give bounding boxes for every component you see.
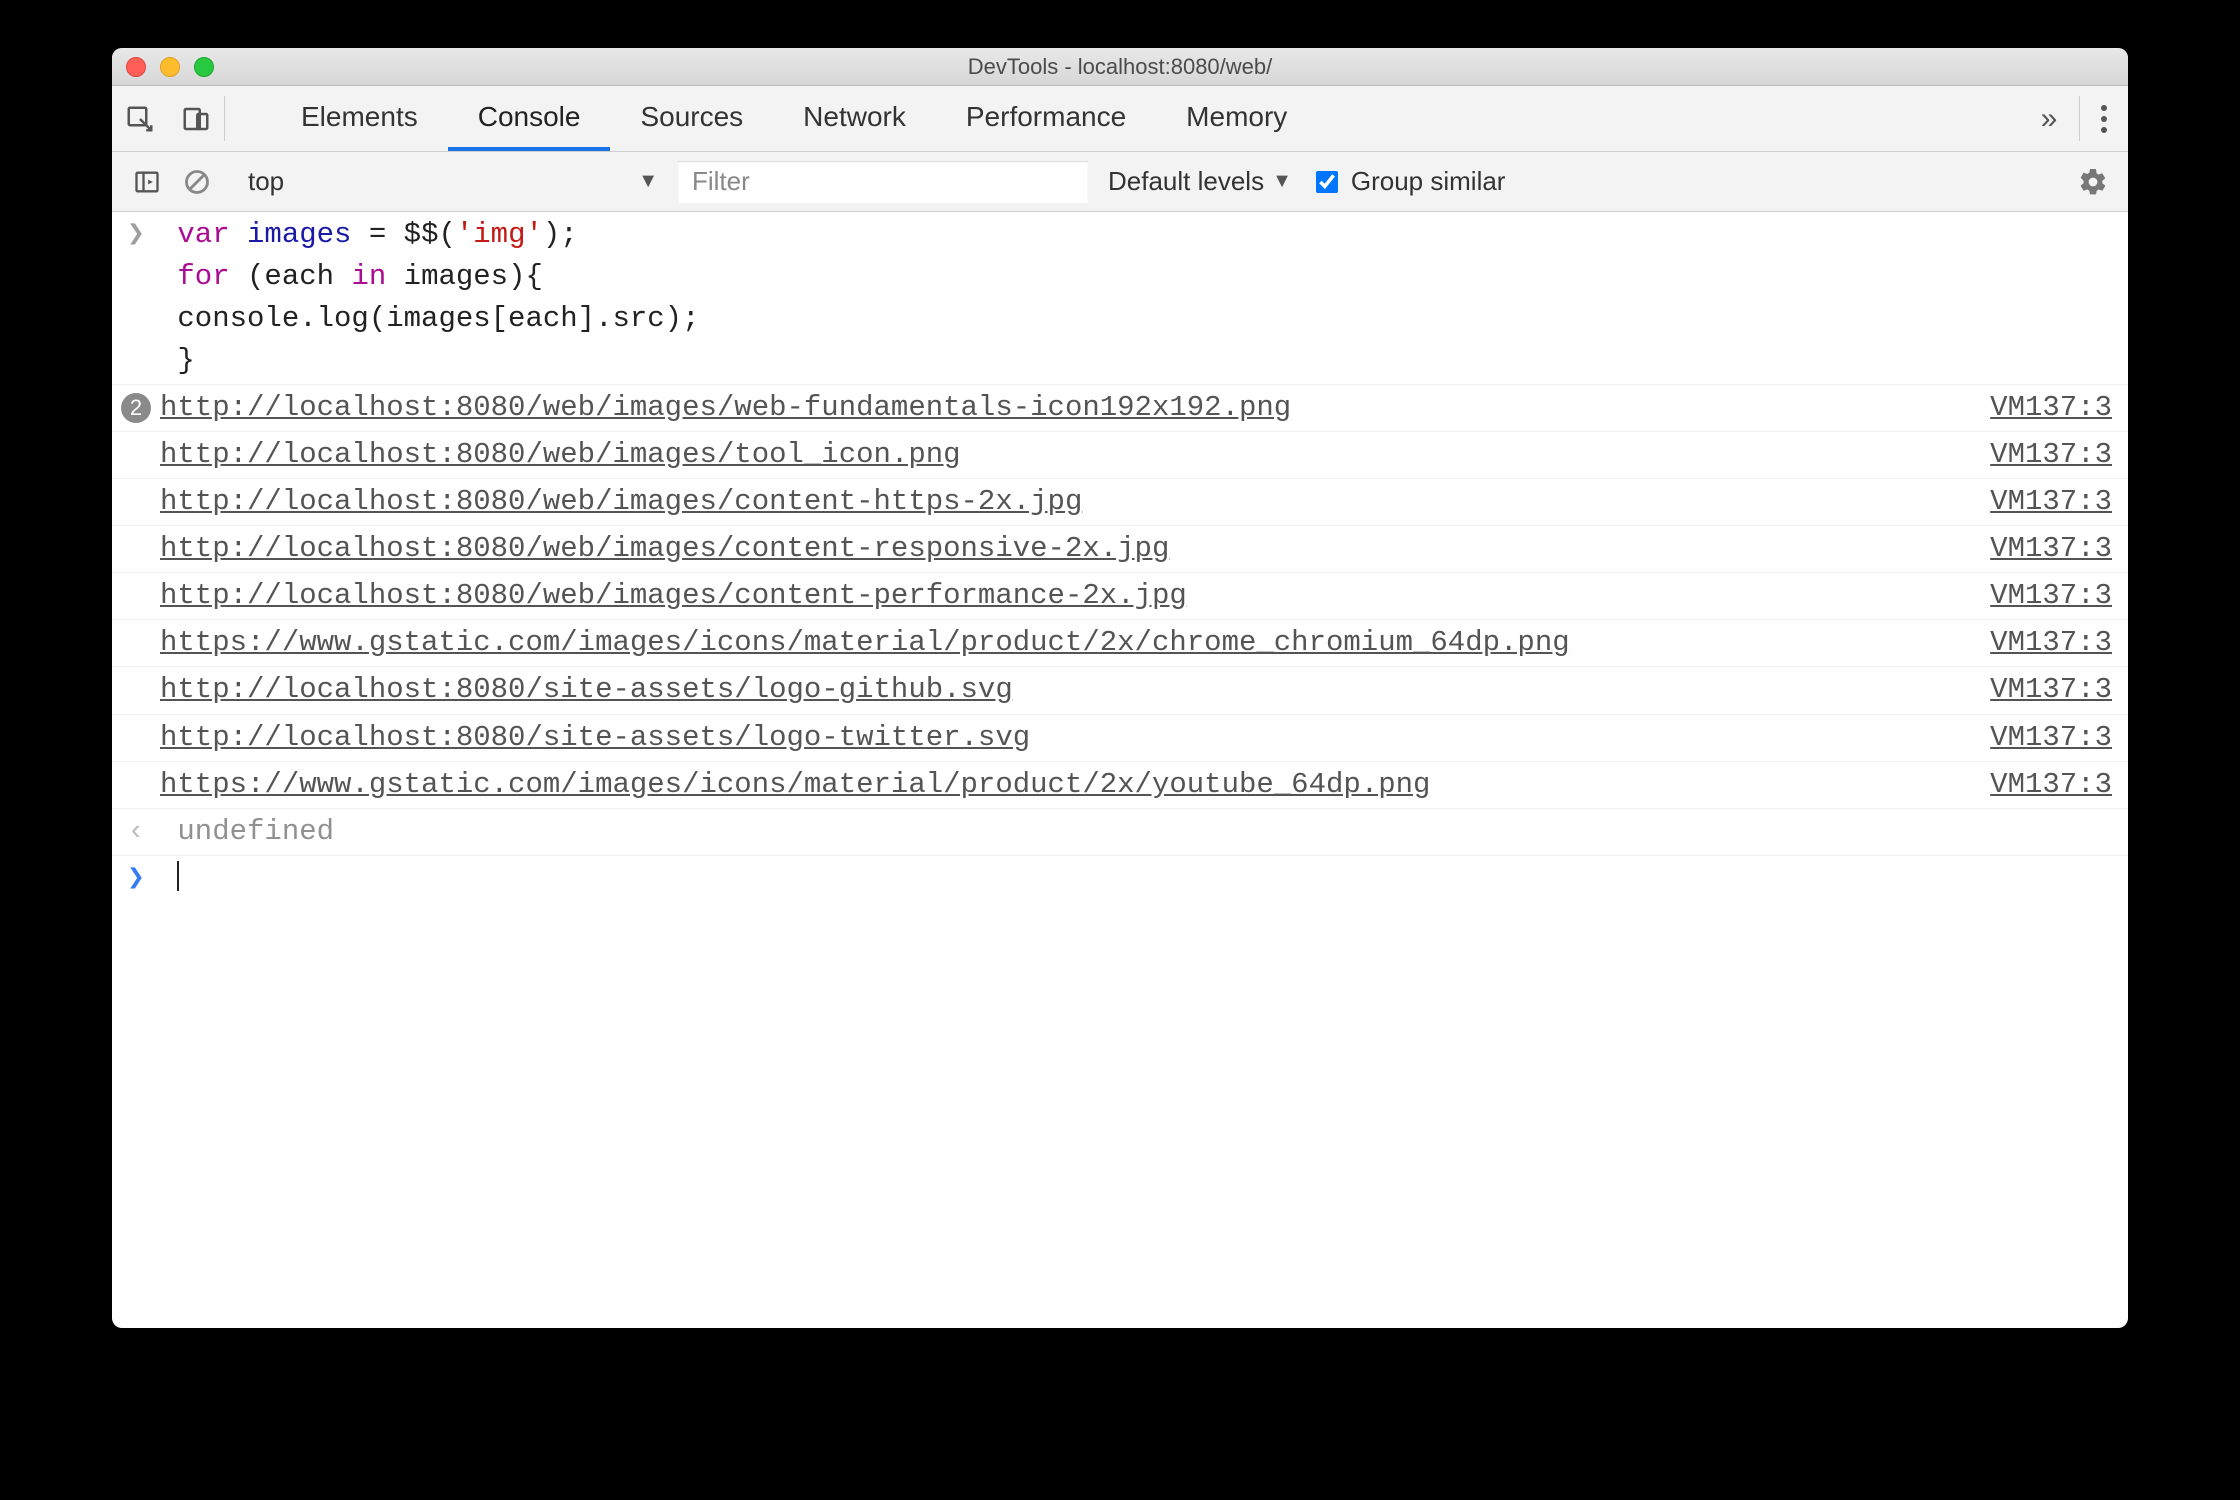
log-source: VM137:3 — [1970, 387, 2112, 429]
console-prompt[interactable]: ❯ — [112, 856, 2128, 920]
console-log-row: http://localhost:8080/web/images/tool_ic… — [112, 432, 2128, 479]
console-settings-icon[interactable] — [2068, 167, 2118, 197]
clear-console-icon[interactable] — [172, 160, 222, 204]
text-caret — [177, 861, 179, 891]
filter-input[interactable] — [678, 161, 1088, 203]
console-log-row: https://www.gstatic.com/images/icons/mat… — [112, 762, 2128, 809]
log-url-link[interactable]: http://localhost:8080/web/images/content… — [160, 532, 1169, 565]
log-source: VM137:3 — [1970, 481, 2112, 523]
console-return-value: ‹ undefined — [112, 809, 2128, 856]
prompt-chevron-icon: ❯ — [112, 858, 160, 900]
console-log-row: 2 http://localhost:8080/web/images/web-fu… — [112, 385, 2128, 432]
kebab-menu-icon[interactable] — [2080, 86, 2128, 151]
log-url-link[interactable]: http://localhost:8080/web/images/content… — [160, 579, 1187, 612]
log-url-link[interactable]: http://localhost:8080/web/images/web-fun… — [160, 391, 1291, 424]
group-similar-toggle[interactable]: Group similar — [1306, 166, 1512, 197]
log-source-link[interactable]: VM137:3 — [1990, 673, 2112, 706]
tab-elements[interactable]: Elements — [271, 86, 448, 151]
log-url-link[interactable]: https://www.gstatic.com/images/icons/mat… — [160, 768, 1430, 801]
log-url-link[interactable]: http://localhost:8080/web/images/tool_ic… — [160, 438, 961, 471]
device-toolbar-icon[interactable] — [168, 86, 224, 151]
tab-performance[interactable]: Performance — [936, 86, 1156, 151]
zoom-window-button[interactable] — [194, 57, 214, 77]
titlebar: DevTools - localhost:8080/web/ — [112, 48, 2128, 86]
log-source-link[interactable]: VM137:3 — [1990, 626, 2112, 659]
inspect-element-icon[interactable] — [112, 86, 168, 151]
log-source-link[interactable]: VM137:3 — [1990, 391, 2112, 424]
log-source: VM137:3 — [1970, 528, 2112, 570]
window-title: DevTools - localhost:8080/web/ — [112, 54, 2128, 80]
log-message: http://localhost:8080/web/images/tool_ic… — [160, 434, 1970, 476]
repeat-count-badge: 2 — [121, 393, 151, 423]
return-chevron-icon: ‹ — [112, 811, 160, 853]
log-source-link[interactable]: VM137:3 — [1990, 438, 2112, 471]
log-source: VM137:3 — [1970, 434, 2112, 476]
log-source-link[interactable]: VM137:3 — [1990, 768, 2112, 801]
group-similar-label: Group similar — [1351, 166, 1506, 197]
panel-tabs: Elements Console Sources Network Perform… — [225, 86, 2019, 151]
return-value: undefined — [177, 815, 334, 848]
console-log-row: http://localhost:8080/site-assets/logo-g… — [112, 667, 2128, 714]
log-source: VM137:3 — [1970, 764, 2112, 806]
log-message: https://www.gstatic.com/images/icons/mat… — [160, 622, 1970, 664]
tab-sources[interactable]: Sources — [610, 86, 773, 151]
input-chevron-icon: ❯ — [112, 214, 160, 256]
log-source: VM137:3 — [1970, 669, 2112, 711]
log-url-link[interactable]: http://localhost:8080/web/images/content… — [160, 485, 1082, 518]
log-message: http://localhost:8080/web/images/content… — [160, 528, 1970, 570]
execution-context-selector[interactable]: top ▼ — [230, 160, 670, 204]
console-output[interactable]: ❯ var images = $$('img'); for (each in i… — [112, 212, 2128, 1328]
log-message: http://localhost:8080/web/images/content… — [160, 575, 1970, 617]
chevron-down-icon: ▼ — [1272, 170, 1292, 193]
toggle-sidebar-icon[interactable] — [122, 160, 172, 204]
tab-network[interactable]: Network — [773, 86, 936, 151]
levels-label: Default levels — [1108, 166, 1264, 197]
tab-memory[interactable]: Memory — [1156, 86, 1317, 151]
log-source-link[interactable]: VM137:3 — [1990, 721, 2112, 754]
devtools-tabbar: Elements Console Sources Network Perform… — [112, 86, 2128, 152]
traffic-lights — [126, 57, 214, 77]
console-log-row: http://localhost:8080/web/images/content… — [112, 526, 2128, 573]
console-log-row: https://www.gstatic.com/images/icons/mat… — [112, 620, 2128, 667]
tab-console[interactable]: Console — [448, 86, 611, 151]
devtools-window: DevTools - localhost:8080/web/ Elements … — [112, 48, 2128, 1328]
log-source: VM137:3 — [1970, 575, 2112, 617]
log-message: http://localhost:8080/site-assets/logo-t… — [160, 717, 1970, 759]
console-toolbar: top ▼ Default levels ▼ Group similar — [112, 152, 2128, 212]
console-log-row: http://localhost:8080/web/images/content… — [112, 573, 2128, 620]
log-source-link[interactable]: VM137:3 — [1990, 579, 2112, 612]
minimize-window-button[interactable] — [160, 57, 180, 77]
log-message: https://www.gstatic.com/images/icons/mat… — [160, 764, 1970, 806]
console-log-row: http://localhost:8080/site-assets/logo-t… — [112, 715, 2128, 762]
chevron-down-icon: ▼ — [638, 170, 658, 193]
log-message: http://localhost:8080/web/images/content… — [160, 481, 1970, 523]
log-source-link[interactable]: VM137:3 — [1990, 532, 2112, 565]
log-message: http://localhost:8080/site-assets/logo-g… — [160, 669, 1970, 711]
log-url-link[interactable]: https://www.gstatic.com/images/icons/mat… — [160, 626, 1570, 659]
group-similar-checkbox[interactable] — [1316, 171, 1338, 193]
log-message: http://localhost:8080/web/images/web-fun… — [160, 387, 1970, 429]
log-levels-selector[interactable]: Default levels ▼ — [1088, 166, 1306, 197]
tabs-overflow-button[interactable]: » — [2019, 86, 2079, 151]
log-source-link[interactable]: VM137:3 — [1990, 485, 2112, 518]
console-input-history: ❯ var images = $$('img'); for (each in i… — [112, 212, 2128, 385]
log-source: VM137:3 — [1970, 622, 2112, 664]
log-url-link[interactable]: http://localhost:8080/site-assets/logo-g… — [160, 673, 1013, 706]
log-source: VM137:3 — [1970, 717, 2112, 759]
log-url-link[interactable]: http://localhost:8080/site-assets/logo-t… — [160, 721, 1030, 754]
close-window-button[interactable] — [126, 57, 146, 77]
context-label: top — [248, 166, 284, 197]
repeat-count-badge: 2 — [112, 387, 160, 429]
console-log-row: http://localhost:8080/web/images/content… — [112, 479, 2128, 526]
